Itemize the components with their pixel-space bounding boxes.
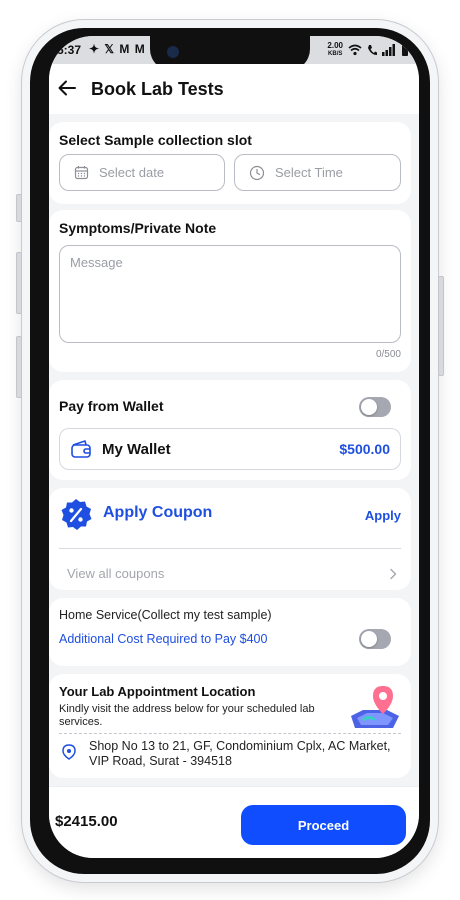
wallet-balance-row: My Wallet $500.00	[59, 428, 401, 470]
proceed-button[interactable]: Proceed	[241, 805, 406, 845]
total-amount: $2415.00	[55, 813, 118, 830]
apply-coupon-button[interactable]: Apply	[365, 508, 401, 523]
slot-section-title: Select Sample collection slot	[59, 132, 252, 148]
clock-icon	[249, 165, 265, 180]
select-time-field[interactable]: Select Time	[234, 154, 401, 191]
notes-section-title: Symptoms/Private Note	[59, 220, 217, 236]
location-card: Your Lab Appointment Location Kindly vis…	[49, 674, 411, 778]
back-arrow-icon[interactable]	[57, 78, 77, 98]
call-icon	[368, 45, 377, 55]
checkout-bar: $2415.00 Proceed	[49, 786, 419, 858]
home-service-toggle[interactable]	[359, 629, 391, 649]
time-placeholder: Select Time	[275, 165, 343, 180]
sample-slot-card: Select Sample collection slot Select dat…	[49, 122, 411, 204]
coupon-divider	[59, 548, 401, 549]
home-service-cost: Additional Cost Required to Pay $400	[59, 632, 268, 646]
app-screen: 5:37 ✦ 𝕏 M M 2.00 KB/S Book Lab Tests Se…	[49, 36, 419, 858]
notes-card: Symptoms/Private Note 0/500	[49, 210, 411, 372]
side-button-mute	[16, 194, 22, 222]
map-pin-illustration-icon	[351, 686, 399, 728]
select-date-field[interactable]: Select date	[59, 154, 225, 191]
calendar-icon	[74, 166, 89, 180]
location-title: Your Lab Appointment Location	[59, 684, 256, 699]
page-title: Book Lab Tests	[91, 79, 224, 99]
coupon-card: Apply Coupon Apply View all coupons	[49, 488, 411, 590]
character-counter: 0/500	[375, 349, 401, 360]
date-placeholder: Select date	[99, 165, 165, 180]
discount-badge-icon	[61, 499, 92, 530]
wallet-label: My Wallet	[102, 440, 171, 458]
side-button-volume-down	[16, 336, 22, 398]
toggle-knob	[361, 399, 377, 415]
wallet-section-title: Pay from Wallet	[59, 398, 164, 414]
wallet-toggle[interactable]	[359, 397, 391, 417]
location-divider	[59, 733, 401, 734]
home-service-card: Home Service(Collect my test sample) Add…	[49, 598, 411, 666]
location-subtitle: Kindly visit the address below for your …	[59, 703, 315, 728]
location-pin-icon	[62, 744, 76, 760]
apply-coupon-title: Apply Coupon	[103, 504, 213, 521]
wallet-amount: $500.00	[339, 441, 390, 457]
toggle-knob	[361, 631, 377, 647]
battery-icon	[402, 44, 408, 56]
side-button-power	[438, 276, 444, 376]
status-time: 5:37	[57, 43, 82, 57]
app-header: Book Lab Tests	[49, 64, 419, 114]
home-service-title: Home Service(Collect my test sample)	[59, 608, 272, 622]
location-address: Shop No 13 to 21, GF, Condominium Cplx, …	[89, 739, 391, 768]
chevron-right-icon[interactable]	[389, 568, 397, 580]
message-input[interactable]	[59, 245, 401, 343]
network-speed: 2.00 KB/S	[327, 41, 343, 58]
notification-icons: ✦ 𝕏 M M	[89, 42, 146, 56]
status-icons: 2.00 KB/S	[327, 42, 409, 58]
front-camera	[167, 46, 179, 58]
side-button-volume-up	[16, 252, 22, 314]
wallet-card: Pay from Wallet My Wallet $500.00	[49, 380, 411, 480]
wallet-icon	[71, 440, 91, 458]
signal-icon	[382, 44, 395, 56]
view-all-coupons-link[interactable]: View all coupons	[67, 566, 164, 581]
wifi-icon	[348, 44, 362, 56]
